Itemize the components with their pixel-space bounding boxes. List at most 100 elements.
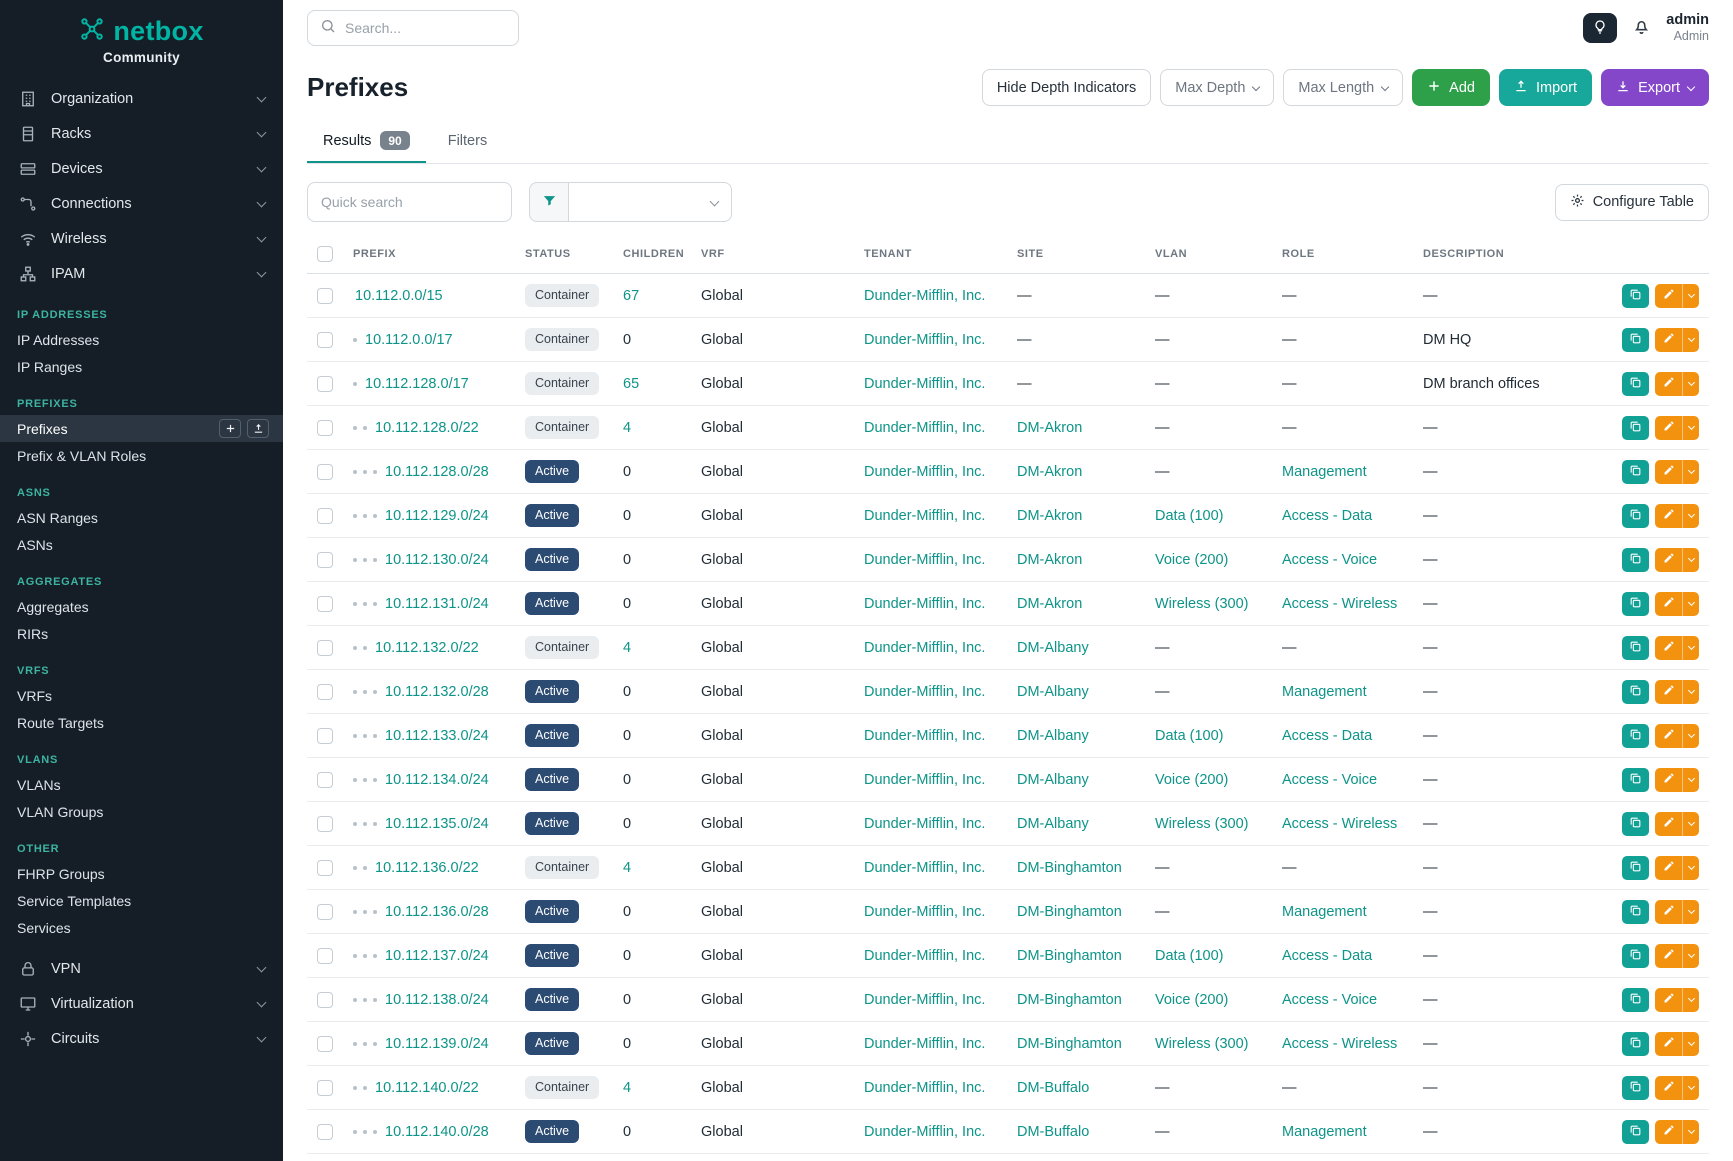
edit-button[interactable] (1655, 768, 1682, 792)
tenant-link[interactable]: Dunder-Mifflin, Inc. (864, 860, 985, 876)
edit-button[interactable] (1655, 592, 1682, 616)
sidebar-item-vpn[interactable]: VPN (0, 951, 283, 986)
sidebar-item-services[interactable]: Services (0, 914, 283, 941)
prefix-link[interactable]: 10.112.140.0/22 (375, 1080, 479, 1096)
row-checkbox[interactable] (317, 640, 333, 656)
quick-search-input[interactable] (307, 182, 512, 222)
row-checkbox[interactable] (317, 420, 333, 436)
row-checkbox[interactable] (317, 948, 333, 964)
site-link[interactable]: DM-Binghamton (1017, 904, 1122, 920)
prefix-link[interactable]: 10.112.140.0/28 (385, 1124, 489, 1140)
column-header-tenant[interactable]: TENANT (854, 236, 1007, 274)
sidebar-item-connections[interactable]: Connections (0, 186, 283, 221)
edit-button[interactable] (1655, 460, 1682, 484)
quick-add-button[interactable] (219, 419, 241, 438)
edit-dropdown-button[interactable] (1682, 988, 1699, 1012)
tenant-link[interactable]: Dunder-Mifflin, Inc. (864, 332, 985, 348)
row-checkbox[interactable] (317, 332, 333, 348)
tenant-link[interactable]: Dunder-Mifflin, Inc. (864, 948, 985, 964)
prefix-link[interactable]: 10.112.133.0/24 (385, 728, 489, 744)
children-count[interactable]: 4 (623, 420, 631, 436)
notifications-button[interactable] (1632, 17, 1651, 39)
site-link[interactable]: DM-Albany (1017, 640, 1089, 656)
children-count[interactable]: 67 (623, 288, 639, 304)
clone-button[interactable] (1622, 328, 1649, 352)
column-header-prefix[interactable]: PREFIX (343, 236, 515, 274)
sidebar-item-organization[interactable]: Organization (0, 81, 283, 116)
clone-button[interactable] (1622, 724, 1649, 748)
sidebar-item-service-templates[interactable]: Service Templates (0, 887, 283, 914)
prefix-link[interactable]: 10.112.128.0/28 (385, 464, 489, 480)
filter-button[interactable] (529, 182, 569, 222)
sidebar-item-vlan-groups[interactable]: VLAN Groups (0, 798, 283, 825)
edit-dropdown-button[interactable] (1682, 328, 1699, 352)
row-checkbox[interactable] (317, 816, 333, 832)
site-link[interactable]: DM-Akron (1017, 596, 1082, 612)
edit-dropdown-button[interactable] (1682, 636, 1699, 660)
vlan-link[interactable]: Voice (200) (1155, 992, 1228, 1008)
role-link[interactable]: Access - Voice (1282, 992, 1377, 1008)
sidebar-item-vlans[interactable]: VLANs (0, 771, 283, 798)
edit-button[interactable] (1655, 504, 1682, 528)
tenant-link[interactable]: Dunder-Mifflin, Inc. (864, 376, 985, 392)
edit-dropdown-button[interactable] (1682, 680, 1699, 704)
role-link[interactable]: Management (1282, 1124, 1367, 1140)
row-checkbox[interactable] (317, 860, 333, 876)
max-length-dropdown[interactable]: Max Length (1283, 69, 1403, 106)
sidebar-item-prefix-vlan-roles[interactable]: Prefix & VLAN Roles (0, 442, 283, 469)
sidebar-item-asns[interactable]: ASNs (0, 531, 283, 558)
prefix-link[interactable]: 10.112.0.0/17 (365, 332, 453, 348)
tab-filters[interactable]: Filters (432, 122, 503, 163)
row-checkbox[interactable] (317, 1036, 333, 1052)
import-button[interactable]: Import (1499, 69, 1592, 106)
prefix-link[interactable]: 10.112.134.0/24 (385, 772, 489, 788)
prefix-link[interactable]: 10.112.130.0/24 (385, 552, 489, 568)
sidebar-item-vrfs[interactable]: VRFs (0, 682, 283, 709)
edit-dropdown-button[interactable] (1682, 504, 1699, 528)
edit-button[interactable] (1655, 856, 1682, 880)
edit-dropdown-button[interactable] (1682, 592, 1699, 616)
edit-dropdown-button[interactable] (1682, 460, 1699, 484)
user-menu[interactable]: admin Admin (1666, 11, 1709, 45)
sidebar-item-racks[interactable]: Racks (0, 116, 283, 151)
sidebar-item-ipam[interactable]: IPAM (0, 256, 283, 291)
row-checkbox[interactable] (317, 992, 333, 1008)
edit-button[interactable] (1655, 416, 1682, 440)
role-link[interactable]: Access - Data (1282, 508, 1372, 524)
prefix-link[interactable]: 10.112.136.0/22 (375, 860, 479, 876)
role-link[interactable]: Access - Voice (1282, 772, 1377, 788)
sidebar-item-virtualization[interactable]: Virtualization (0, 986, 283, 1021)
edit-button[interactable] (1655, 944, 1682, 968)
tenant-link[interactable]: Dunder-Mifflin, Inc. (864, 552, 985, 568)
row-checkbox[interactable] (317, 376, 333, 392)
tenant-link[interactable]: Dunder-Mifflin, Inc. (864, 1080, 985, 1096)
clone-button[interactable] (1622, 856, 1649, 880)
clone-button[interactable] (1622, 636, 1649, 660)
vlan-link[interactable]: Voice (200) (1155, 772, 1228, 788)
tenant-link[interactable]: Dunder-Mifflin, Inc. (864, 288, 985, 304)
column-header-status[interactable]: STATUS (515, 236, 613, 274)
tenant-link[interactable]: Dunder-Mifflin, Inc. (864, 420, 985, 436)
children-count[interactable]: 4 (623, 1080, 631, 1096)
clone-button[interactable] (1622, 372, 1649, 396)
site-link[interactable]: DM-Akron (1017, 552, 1082, 568)
edit-button[interactable] (1655, 1120, 1682, 1144)
clone-button[interactable] (1622, 460, 1649, 484)
clone-button[interactable] (1622, 1120, 1649, 1144)
tenant-link[interactable]: Dunder-Mifflin, Inc. (864, 464, 985, 480)
row-checkbox[interactable] (317, 552, 333, 568)
tenant-link[interactable]: Dunder-Mifflin, Inc. (864, 992, 985, 1008)
prefix-link[interactable]: 10.112.0.0/15 (355, 288, 443, 304)
clone-button[interactable] (1622, 416, 1649, 440)
global-search[interactable] (307, 10, 519, 46)
row-checkbox[interactable] (317, 508, 333, 524)
clone-button[interactable] (1622, 592, 1649, 616)
edit-button[interactable] (1655, 900, 1682, 924)
edit-button[interactable] (1655, 1032, 1682, 1056)
tenant-link[interactable]: Dunder-Mifflin, Inc. (864, 508, 985, 524)
clone-button[interactable] (1622, 284, 1649, 308)
brand[interactable]: netbox Community (0, 0, 283, 71)
role-link[interactable]: Management (1282, 684, 1367, 700)
tenant-link[interactable]: Dunder-Mifflin, Inc. (864, 904, 985, 920)
prefix-link[interactable]: 10.112.139.0/24 (385, 1036, 489, 1052)
